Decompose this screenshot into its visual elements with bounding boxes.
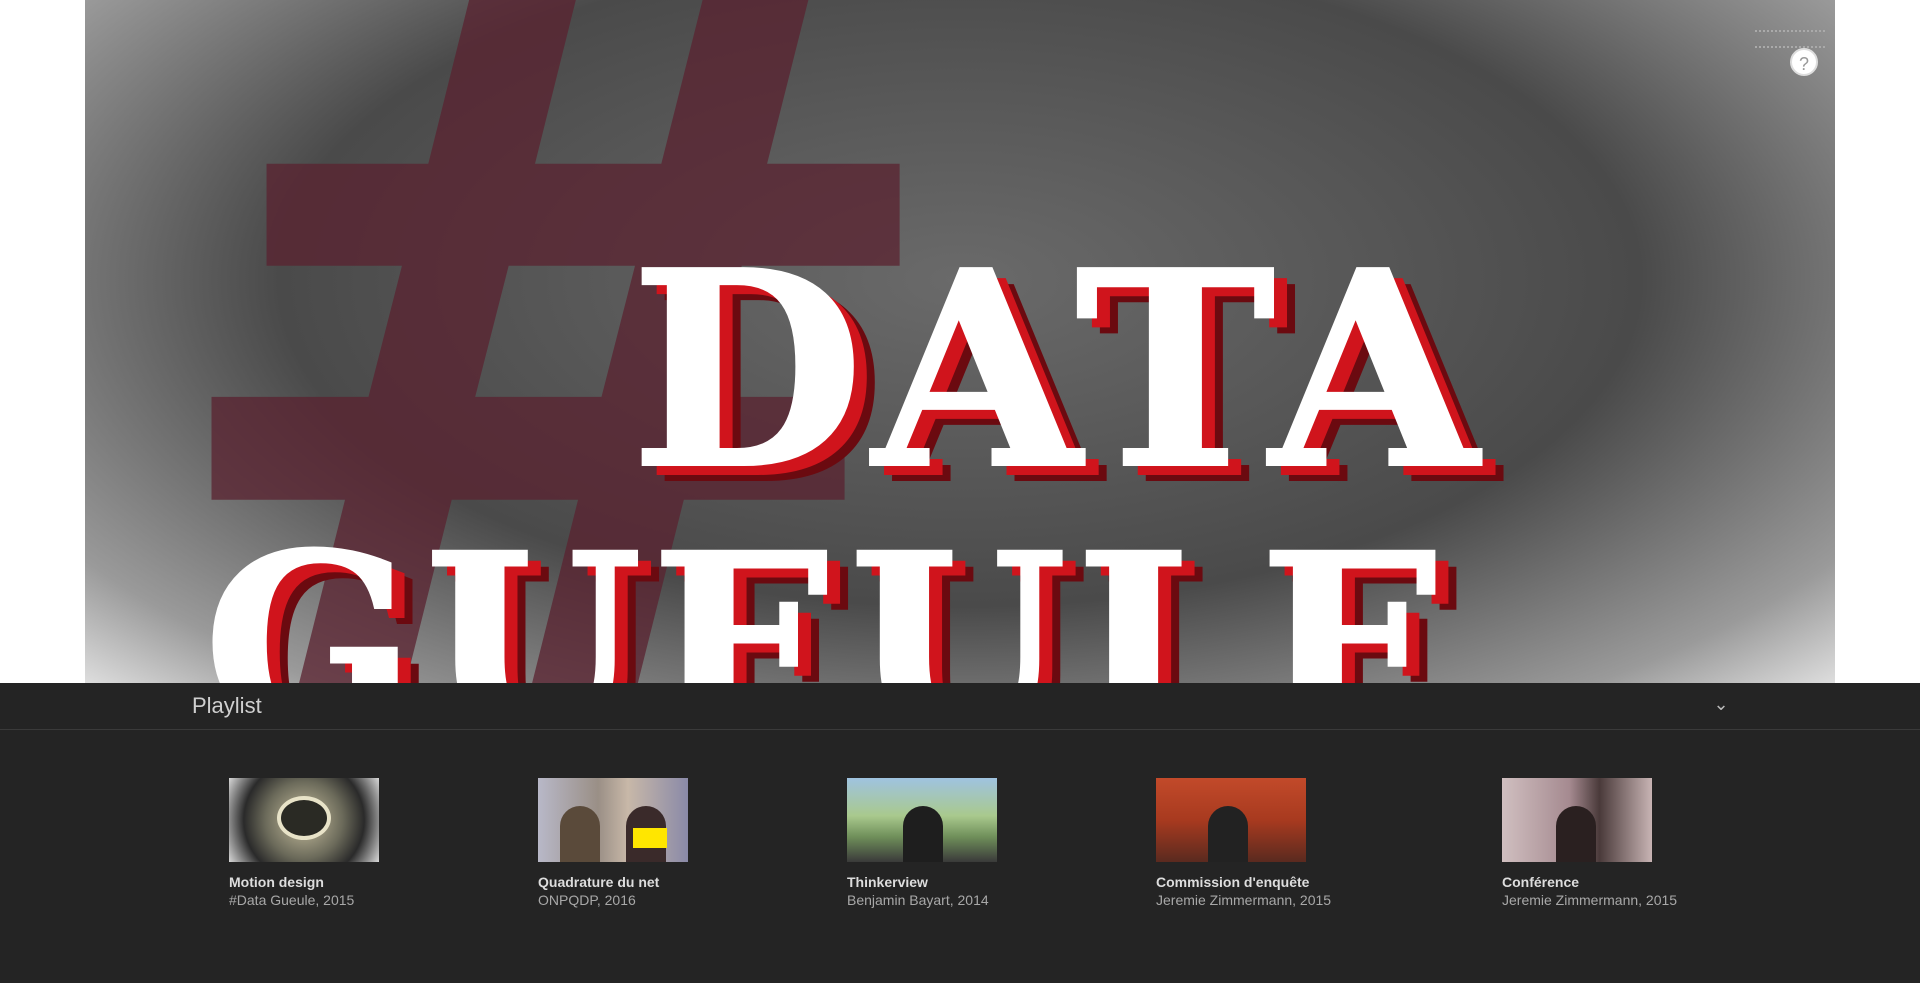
- playlist-item-conference[interactable]: Conférence Jeremie Zimmermann, 2015: [1502, 778, 1762, 918]
- playlist-item-subtitle: ONPQDP, 2016: [538, 892, 636, 908]
- playlist-item-thinkerview[interactable]: Thinkerview Benjamin Bayart, 2014: [847, 778, 1107, 918]
- playlist-item-title: Commission d'enquête: [1156, 874, 1310, 890]
- playlist-item-motion-design[interactable]: Motion design #Data Gueule, 2015: [229, 778, 489, 918]
- video-thumbnail[interactable]: [1156, 778, 1306, 862]
- playlist-header[interactable]: Playlist ⌄: [0, 683, 1920, 730]
- video-thumbnail[interactable]: [847, 778, 997, 862]
- question-mark-icon: ?: [1798, 54, 1809, 74]
- help-button[interactable]: ?: [1790, 48, 1818, 76]
- playlist-item-subtitle: Jeremie Zimmermann, 2015: [1156, 892, 1332, 908]
- logo-data-text: DATA: [629, 211, 1487, 529]
- logo-gueule-text: GUEULE: [202, 498, 1458, 700]
- mouth-icon: [277, 796, 331, 840]
- person-figure: [1556, 806, 1596, 862]
- playlist-items: Motion design #Data Gueule, 2015 Quadrat…: [0, 778, 1920, 938]
- video-player[interactable]: # DATA GUEULE: [85, 0, 1835, 700]
- playlist-item-title: Conférence: [1502, 874, 1580, 890]
- playlist-item-title: Motion design: [229, 874, 324, 890]
- person-figure: [903, 806, 943, 862]
- playlist-item-title: Thinkerview: [847, 874, 928, 890]
- playlist-item-commission-denquete[interactable]: Commission d'enquête Jeremie Zimmermann,…: [1156, 778, 1416, 918]
- video-thumbnail[interactable]: [538, 778, 688, 862]
- playlist-item-title: Quadrature du net: [538, 874, 660, 890]
- playlist-item-quadrature-du-net[interactable]: Quadrature du net ONPQDP, 2016: [538, 778, 798, 918]
- playlist-item-subtitle: Benjamin Bayart, 2014: [847, 892, 989, 908]
- playlist-item-subtitle: Jeremie Zimmermann, 2015: [1502, 892, 1678, 908]
- person-figure: [560, 806, 600, 862]
- video-thumbnail[interactable]: [1502, 778, 1652, 862]
- playlist-panel: Playlist ⌄ Motion design #Data Gueule, 2…: [0, 683, 1920, 983]
- page: # DATA GUEULE ? Playlist ⌄ Motion design…: [0, 0, 1920, 983]
- chevron-down-icon[interactable]: ⌄: [1710, 693, 1732, 715]
- sign-graphic: [633, 828, 667, 848]
- video-thumbnail[interactable]: [229, 778, 379, 862]
- playlist-title: Playlist: [192, 693, 262, 718]
- playlist-item-subtitle: #Data Gueule, 2015: [229, 892, 355, 908]
- help-decoration: [1755, 30, 1825, 48]
- person-figure: [1208, 806, 1248, 862]
